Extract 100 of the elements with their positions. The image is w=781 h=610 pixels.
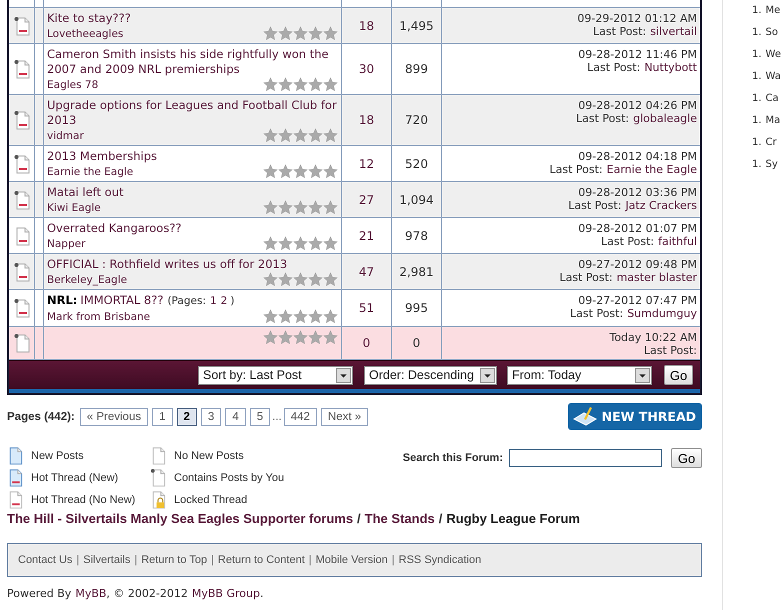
last-post-date: 09-28-2012 01:07 PM: [577, 222, 697, 235]
legend-label: Contains Posts by You: [174, 472, 284, 484]
sidebar-link[interactable]: We: [766, 49, 781, 60]
views-count: 995: [405, 301, 428, 315]
thread-title[interactable]: Overrated Kangaroos??: [47, 221, 182, 236]
last-post-user[interactable]: Nuttybott: [644, 61, 697, 74]
breadcrumb-link[interactable]: The Stands: [364, 511, 435, 526]
search-go-button[interactable]: Go: [671, 448, 702, 468]
replies-count[interactable]: 51: [358, 301, 374, 315]
list-number: 1.: [752, 27, 762, 38]
replies-count[interactable]: 47: [358, 264, 374, 278]
page-link[interactable]: 1: [152, 408, 173, 426]
thread-author[interactable]: Mark from Brisbane: [47, 310, 150, 324]
sidebar-link[interactable]: Wa: [766, 71, 781, 82]
last-post-user[interactable]: Jatz Crackers: [625, 199, 697, 212]
last-post-label: Last Post:: [601, 235, 654, 248]
sidebar-link[interactable]: Cr: [766, 137, 777, 148]
rating-stars[interactable]: [263, 164, 338, 179]
rating-stars[interactable]: [263, 330, 338, 345]
footer-link[interactable]: Return to Top: [141, 554, 208, 566]
thread-title[interactable]: Kite to stay???: [47, 11, 131, 26]
last-post-label: Last Post:: [587, 61, 640, 74]
rating-stars[interactable]: [263, 26, 338, 41]
last-post-label: Last Post:: [550, 163, 603, 176]
sort-select[interactable]: Order: Descending: [364, 366, 497, 384]
mybb-group-link[interactable]: MyBB Group: [192, 587, 260, 600]
footer-link[interactable]: Mobile Version: [316, 554, 388, 566]
footer-link[interactable]: Silvertails: [83, 554, 130, 566]
rating-stars[interactable]: [263, 128, 338, 143]
legend-label: Hot Thread (New): [31, 472, 118, 484]
thread-author[interactable]: Eagles 78: [47, 78, 98, 92]
replies-count[interactable]: 30: [358, 62, 374, 76]
thread-title[interactable]: Cameron Smith insists his side rightfully won the 2007 and 2009 NRL premierships: [47, 47, 338, 77]
views-count: 720: [405, 113, 428, 127]
thread-author[interactable]: Earnie the Eagle: [47, 164, 134, 178]
last-post-label: Last Post:: [570, 307, 624, 320]
page-ellipsis: ...: [272, 411, 282, 423]
thread-author[interactable]: Kiwi Eagle: [47, 200, 101, 214]
search-field[interactable]: [509, 449, 662, 467]
page-link[interactable]: 3: [200, 408, 222, 426]
thread-author[interactable]: Napper: [47, 236, 86, 250]
replies-count[interactable]: 18: [358, 113, 374, 127]
thread-author[interactable]: Lovetheeagles: [47, 26, 124, 40]
rating-stars[interactable]: [263, 272, 338, 287]
replies-count[interactable]: 27: [358, 192, 374, 206]
replies-count[interactable]: 18: [358, 18, 374, 32]
page-link[interactable]: 2: [176, 408, 197, 426]
rating-stars[interactable]: [263, 236, 338, 251]
last-post-user[interactable]: silvertail: [650, 25, 697, 38]
breadcrumb-link[interactable]: The Hill - Silvertails Manly Sea Eagles Supporter forums: [7, 511, 354, 526]
replies-count[interactable]: 12: [358, 156, 374, 170]
thread-author[interactable]: Berkeley_Eagle: [47, 272, 128, 286]
footer-separator: |: [134, 554, 138, 566]
page-link[interactable]: « Previous: [80, 408, 148, 426]
last-post-user[interactable]: globaleagle: [633, 112, 697, 125]
footer-link[interactable]: RSS Syndication: [398, 554, 482, 566]
thread-title[interactable]: Matai left out: [47, 185, 124, 200]
new-thread-button[interactable]: NEW THREAD: [568, 403, 702, 430]
last-post-date: 09-27-2012 09:48 PM: [577, 258, 697, 271]
last-post-label: Last Post:: [593, 25, 646, 38]
views-count: 978: [405, 228, 428, 242]
sidebar-link[interactable]: Ca: [766, 93, 779, 104]
last-post-user[interactable]: faithful: [658, 235, 697, 248]
replies-count[interactable]: 21: [358, 228, 374, 242]
page-link[interactable]: 442: [284, 408, 317, 426]
sidebar-link[interactable]: Me: [766, 5, 780, 16]
page-link[interactable]: 1: [210, 295, 217, 307]
last-post-user[interactable]: master blaster: [616, 271, 697, 284]
footer-link[interactable]: Return to Content: [218, 554, 305, 566]
legend-label: Locked Thread: [174, 494, 248, 506]
go-button[interactable]: Go: [664, 365, 693, 385]
thread-title[interactable]: IMMORTAL 8??: [80, 293, 164, 308]
sort-select[interactable]: Sort by: Last Post: [198, 366, 353, 384]
rating-stars[interactable]: [263, 309, 338, 324]
footer-link[interactable]: Contact Us: [18, 554, 72, 566]
replies-count[interactable]: 0: [362, 336, 370, 350]
page-link[interactable]: 4: [225, 408, 246, 426]
period-text: .: [260, 587, 264, 600]
sidebar-link[interactable]: Ma: [766, 115, 780, 126]
sort-select[interactable]: From: Today: [507, 366, 652, 384]
thread-title[interactable]: OFFICIAL : Rothfield writes us off for 2013: [47, 257, 288, 272]
last-post-label: Last Post:: [559, 271, 613, 284]
thread-title[interactable]: 2013 Memberships: [47, 149, 157, 164]
list-number: 1.: [752, 5, 762, 16]
sidebar-link[interactable]: Sy: [766, 159, 778, 170]
status-legend-icon: [150, 446, 166, 465]
page-link[interactable]: 5: [250, 408, 270, 426]
breadcrumb-current: Rugby League Forum: [446, 511, 580, 526]
thread-title[interactable]: Upgrade options for Leagues and Football Club for 2013: [47, 98, 338, 128]
breadcrumb-separator: /: [357, 511, 361, 526]
last-post-user[interactable]: Sumdumguy: [627, 307, 697, 320]
last-post-user[interactable]: Earnie the Eagle: [606, 163, 697, 176]
page-link[interactable]: 2: [220, 295, 228, 307]
rating-stars[interactable]: [263, 200, 338, 215]
sidebar-link[interactable]: So: [766, 27, 778, 38]
rating-stars[interactable]: [263, 77, 338, 92]
thread-author[interactable]: vidmar: [47, 128, 84, 142]
page-link[interactable]: Next »: [320, 408, 368, 426]
mybb-link[interactable]: MyBB: [75, 587, 106, 600]
status-legend-icon: [7, 490, 23, 509]
